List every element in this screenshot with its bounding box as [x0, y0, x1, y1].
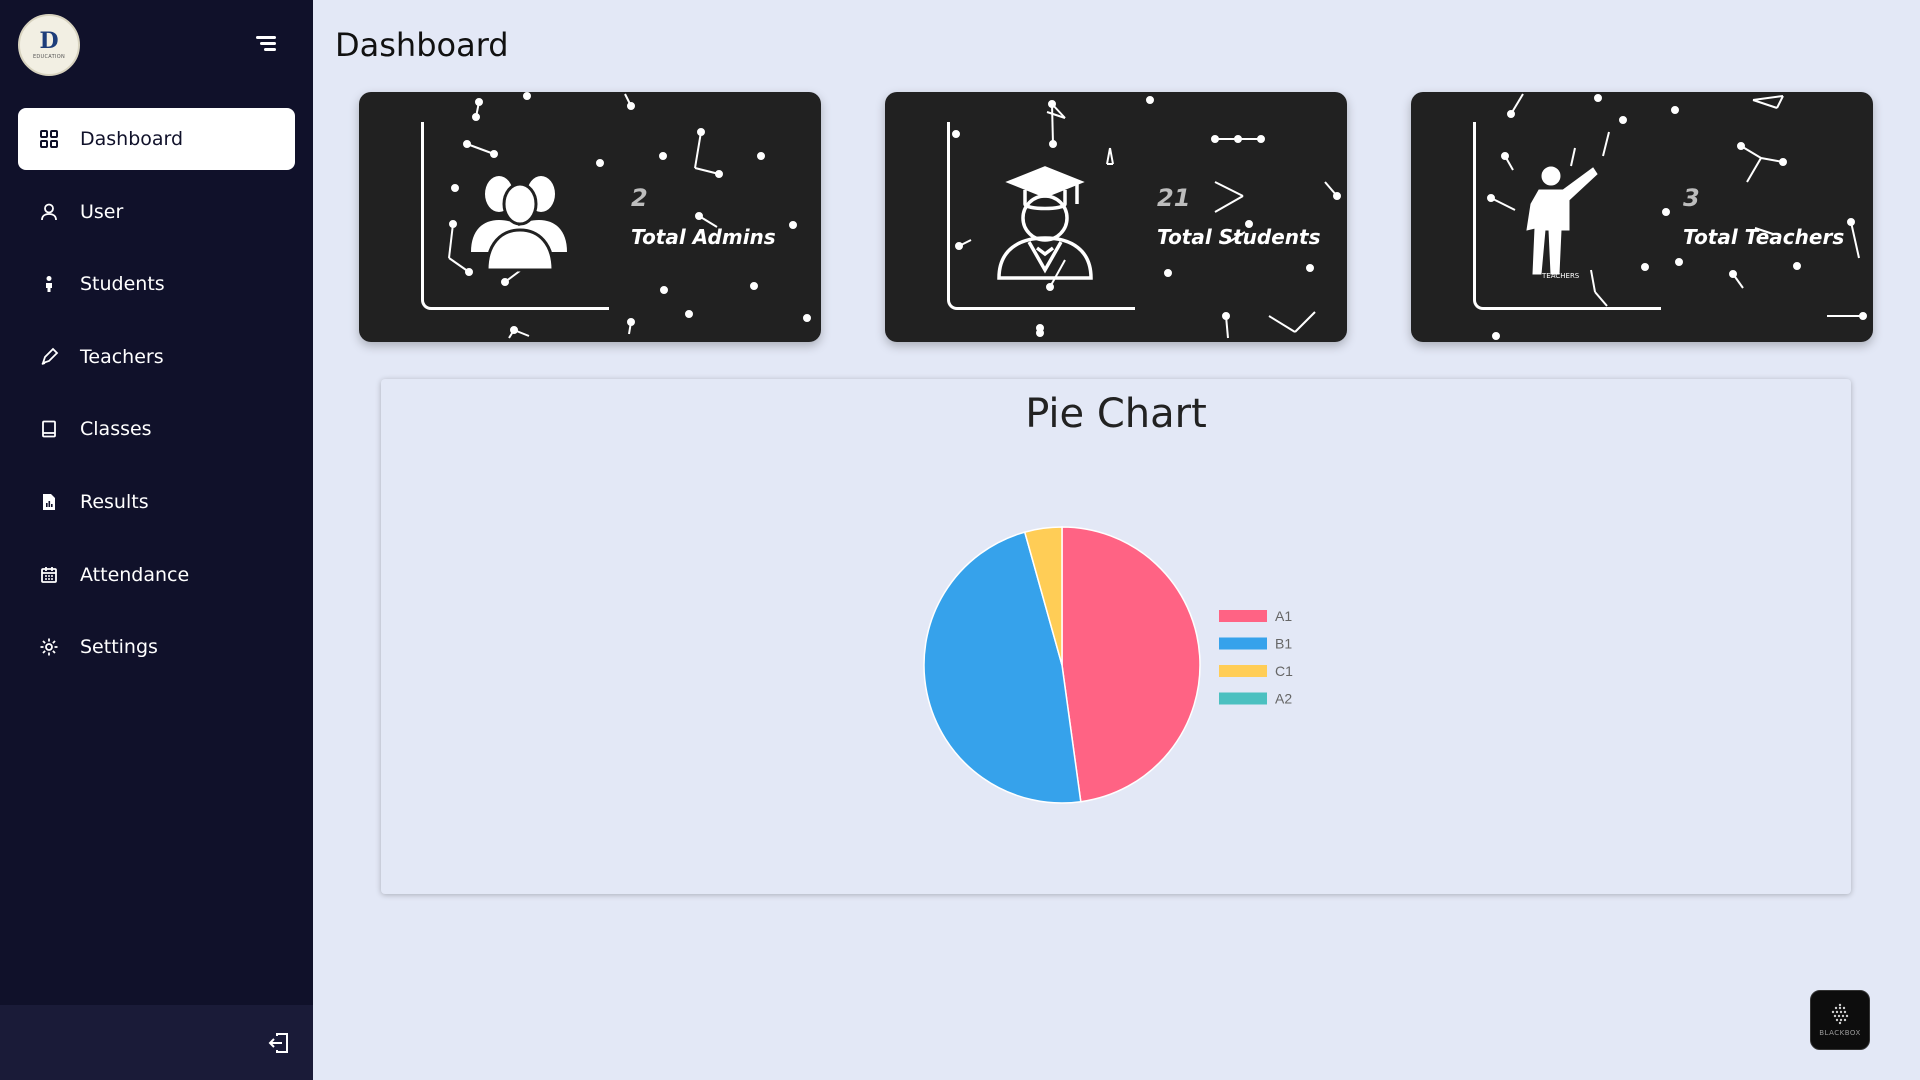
sidebar-nav: Dashboard User Students Teachers Classes…	[18, 108, 295, 689]
stat-card-admins[interactable]: 2 Total Admins	[359, 92, 821, 342]
grid-icon	[38, 128, 60, 150]
sidebar: D EDUCATION Dashboard User Students Teac…	[0, 0, 313, 1080]
admins-icon	[471, 176, 567, 272]
sidebar-item-label: Classes	[80, 418, 152, 441]
legend-label-a2[interactable]: A2	[1275, 691, 1292, 707]
sidebar-item-students[interactable]: Students	[18, 253, 295, 315]
pie-chart: A1 B1 C1 A2	[923, 526, 1293, 804]
user-icon	[38, 201, 60, 223]
sidebar-item-results[interactable]: Results	[18, 471, 295, 533]
teacher-pointing-icon	[1526, 166, 1598, 275]
sidebar-item-user[interactable]: User	[18, 181, 295, 243]
legend-label-b1[interactable]: B1	[1275, 636, 1292, 652]
students-label: Total Students	[1157, 225, 1321, 249]
legend-swatch-a1	[1219, 610, 1267, 622]
sidebar-item-label: Attendance	[80, 563, 190, 586]
pie-slice-a1[interactable]	[1061, 526, 1201, 803]
student-icon	[38, 273, 60, 295]
logo-text: EDUCATION	[32, 54, 66, 60]
teachers-icon-caption: TEACHERS	[1542, 272, 1580, 280]
legend-swatch-b1	[1219, 637, 1267, 650]
sidebar-footer	[0, 1005, 313, 1080]
legend-swatch-a2	[1219, 692, 1267, 705]
teachers-label: Total Teachers	[1683, 225, 1845, 249]
sidebar-item-label: Dashboard	[80, 128, 184, 150]
menu-toggle-icon[interactable]	[252, 34, 276, 54]
app-logo[interactable]: D EDUCATION	[18, 14, 80, 76]
sidebar-item-classes[interactable]: Classes	[18, 398, 295, 460]
sidebar-item-label: Settings	[80, 636, 158, 659]
teacher-icon	[38, 346, 60, 368]
stat-card-students[interactable]: 21 Total Students	[885, 92, 1347, 342]
legend-swatch-c1	[1219, 665, 1267, 677]
sidebar-item-attendance[interactable]: Attendance	[18, 544, 295, 606]
logout-icon[interactable]	[267, 1031, 291, 1055]
sidebar-item-label: Students	[80, 273, 165, 296]
graduate-icon	[997, 166, 1093, 280]
legend-label-a1[interactable]: A1	[1275, 608, 1292, 624]
page-title: Dashboard	[335, 26, 509, 64]
gear-icon	[38, 636, 60, 658]
blackbox-icon	[1831, 1003, 1849, 1025]
blackbox-badge[interactable]: BLACKBOX	[1810, 990, 1870, 1050]
book-icon	[38, 418, 60, 440]
admins-label: Total Admins	[631, 225, 776, 249]
logo-mark: D	[39, 28, 59, 54]
calendar-icon	[38, 564, 60, 586]
pie-chart-panel: Pie Chart A1 B1 C1 A2	[381, 379, 1851, 894]
students-count: 21	[1157, 184, 1191, 212]
admins-count: 2	[631, 184, 648, 212]
sidebar-item-dashboard[interactable]: Dashboard	[18, 108, 295, 170]
sidebar-item-label: User	[80, 200, 124, 223]
sidebar-item-label: Teachers	[80, 345, 164, 368]
teachers-count: 3	[1683, 184, 1700, 212]
sidebar-item-label: Results	[80, 490, 149, 513]
sidebar-item-settings[interactable]: Settings	[18, 616, 295, 678]
sidebar-item-teachers[interactable]: Teachers	[18, 326, 295, 388]
stat-card-teachers[interactable]: TEACHERS 3 Total Teachers	[1411, 92, 1873, 342]
legend-label-c1[interactable]: C1	[1275, 663, 1293, 679]
blackbox-label: BLACKBOX	[1819, 1029, 1861, 1037]
report-icon	[38, 491, 60, 513]
